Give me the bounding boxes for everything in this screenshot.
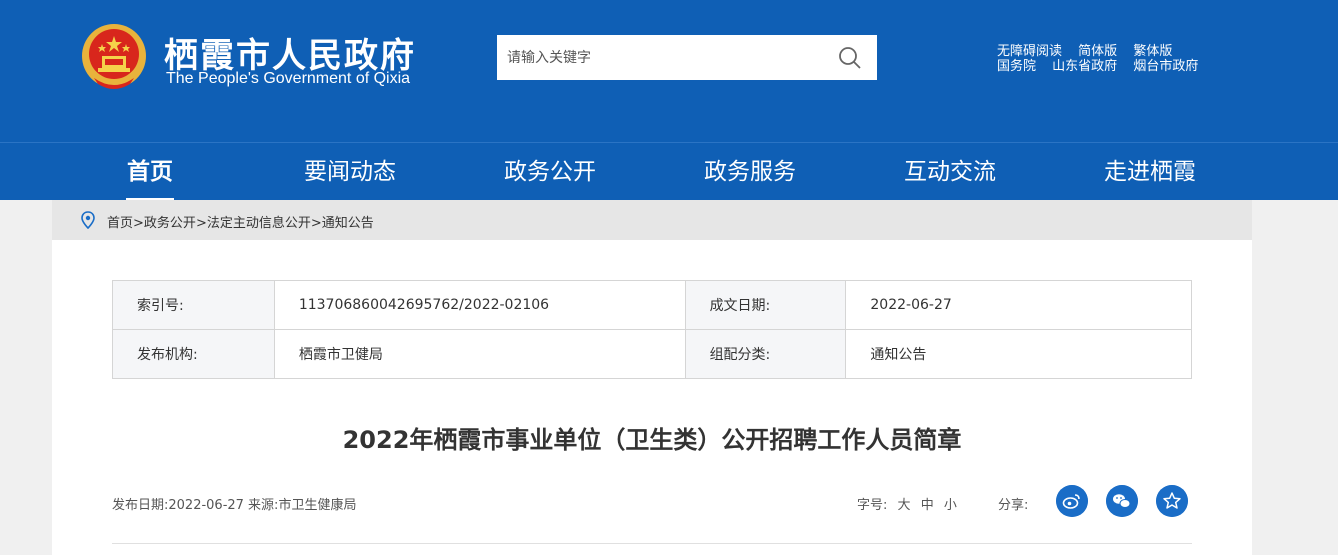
index-value: 113706860042695762/2022-02106 (273, 280, 686, 330)
favorite-star-icon[interactable] (1156, 485, 1188, 517)
wechat-icon[interactable] (1106, 485, 1138, 517)
accessible-reading-link[interactable]: 无障碍阅读 (997, 44, 1062, 59)
national-emblem-icon (82, 24, 146, 89)
yantai-gov-link[interactable]: 烟台市政府 (1133, 59, 1198, 74)
date-value: 2022-06-27 (845, 280, 1192, 330)
table-row: 发布机构: 栖霞市卫健局 组配分类: 通知公告 (112, 329, 1192, 379)
state-council-link[interactable]: 国务院 (997, 59, 1036, 74)
traditional-chinese-link[interactable]: 繁体版 (1133, 44, 1172, 59)
nav-item-gov-affairs-open[interactable]: 政务公开 (490, 143, 610, 201)
share-label: 分享: (998, 498, 1029, 513)
org-label: 发布机构: (112, 329, 275, 379)
search-input[interactable] (497, 35, 827, 80)
divider (112, 543, 1192, 544)
font-size-large[interactable]: 大 (898, 498, 911, 513)
top-links: 无障碍阅读 简体版 繁体版 国务院 山东省政府 烟台市政府 (997, 44, 1210, 74)
site-subtitle: The People's Government of Qixia (166, 70, 411, 87)
search-box (497, 35, 877, 80)
nav-item-news[interactable]: 要闻动态 (290, 143, 410, 201)
breadcrumb: 首页>政务公开>法定主动信息公开>通知公告 (107, 216, 374, 231)
simplified-chinese-link[interactable]: 简体版 (1078, 44, 1117, 59)
category-label: 组配分类: (684, 329, 847, 379)
category-value: 通知公告 (845, 329, 1192, 379)
breadcrumb-home[interactable]: 首页 (107, 216, 133, 231)
date-label: 成文日期: (684, 280, 847, 330)
font-size-label: 字号: (857, 498, 888, 513)
table-row: 索引号: 113706860042695762/2022-02106 成文日期:… (112, 280, 1192, 330)
breadcrumb-statutory-disclosure[interactable]: 法定主动信息公开 (207, 216, 311, 231)
weibo-icon[interactable] (1056, 485, 1088, 517)
breadcrumb-notices[interactable]: 通知公告 (322, 216, 374, 231)
org-value: 栖霞市卫健局 (273, 329, 686, 379)
main-nav: 首页 要闻动态 政务公开 政务服务 互动交流 走进栖霞 (0, 142, 1338, 201)
font-size-small[interactable]: 小 (944, 498, 957, 513)
breadcrumb-bar: 首页>政务公开>法定主动信息公开>通知公告 (52, 200, 1252, 240)
shandong-gov-link[interactable]: 山东省政府 (1052, 59, 1117, 74)
article-meta: 发布日期:2022-06-27 来源:市卫生健康局 (112, 498, 357, 513)
site-header: 栖霞市人民政府 The People's Government of Qixia… (0, 0, 1338, 142)
article-title: 2022年栖霞市事业单位（卫生类）公开招聘工作人员简章 (342, 426, 962, 454)
nav-item-about-qixia[interactable]: 走进栖霞 (1090, 143, 1210, 201)
nav-item-home[interactable]: 首页 (100, 143, 200, 201)
font-size-control: 字号: 大 中 小 (857, 494, 957, 513)
breadcrumb-gov-affairs-open[interactable]: 政务公开 (144, 216, 196, 231)
search-icon[interactable] (833, 41, 867, 75)
nav-item-interaction[interactable]: 互动交流 (890, 143, 1010, 201)
nav-item-gov-services[interactable]: 政务服务 (690, 143, 810, 201)
main-content: 首页>政务公开>法定主动信息公开>通知公告 索引号: 1137068600426… (52, 200, 1252, 555)
index-label: 索引号: (112, 280, 275, 330)
info-table: 索引号: 113706860042695762/2022-02106 成文日期:… (112, 280, 1192, 379)
font-size-medium[interactable]: 中 (921, 498, 934, 513)
location-pin-icon (81, 211, 95, 229)
